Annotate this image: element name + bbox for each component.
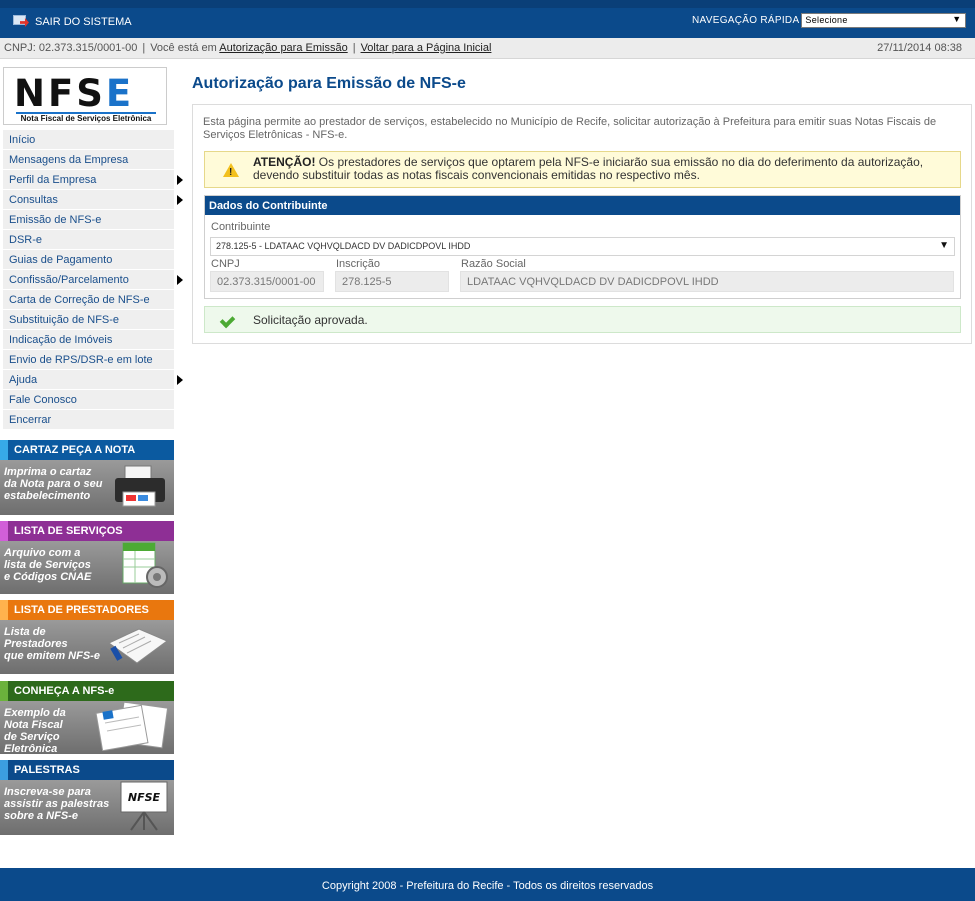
checkmark-icon (221, 313, 237, 327)
logo-subtitle: Nota Fiscal de Serviços Eletrônica (16, 112, 156, 123)
exit-icon (13, 14, 29, 29)
sidebar-item-inicio[interactable]: Início (3, 130, 174, 150)
datetime: 27/11/2014 08:38 (877, 42, 962, 54)
top-bar: SAIR DO SISTEMA NAVEGAÇÃO RÁPIDA Selecio… (0, 0, 975, 38)
submenu-arrow-icon (177, 275, 183, 285)
footer: Copyright 2008 - Prefeitura do Recife - … (0, 868, 975, 901)
quicknav-selected: Selecione (805, 15, 848, 25)
banner-lista-servicos[interactable]: LISTA DE SERVIÇOS Arquivo com a lista de … (0, 521, 174, 594)
quicknav-select[interactable]: Selecione ▼ (801, 13, 967, 28)
sidebar-item-consultas[interactable]: Consultas (3, 190, 183, 210)
banner-title: LISTA DE SERVIÇOS (0, 521, 174, 541)
sidebar-item-encerrar[interactable]: Encerrar (3, 410, 174, 430)
submenu-arrow-icon (177, 375, 183, 385)
dropdown-arrow-icon: ▼ (939, 240, 949, 251)
banner-title: CONHEÇA A NFS-e (0, 681, 174, 701)
warning-text: Os prestadores de serviços que optarem p… (253, 155, 924, 182)
breadcrumb-location-label: Você está em (150, 42, 217, 54)
sidebar-item-fale-conosco[interactable]: Fale Conosco (3, 390, 174, 410)
banner-body: Imprima o cartaz da Nota para o seu estabe… (0, 460, 174, 515)
sidebar-item-confissao[interactable]: Confissão/Parcelamento (3, 270, 183, 290)
open-book-icon (108, 628, 169, 664)
banner-title: PALESTRAS (0, 760, 174, 780)
warning-icon (223, 163, 239, 179)
submenu-arrow-icon (177, 175, 183, 185)
breadcrumb-current-link[interactable]: Autorização para Emissão (219, 42, 347, 54)
banner-title: CARTAZ PEÇA A NOTA (0, 440, 174, 460)
cnpj-label: CNPJ (211, 258, 240, 270)
intro-text: Esta página permite ao prestador de serv… (203, 116, 937, 141)
printer-icon (115, 465, 165, 507)
banner-conheca-nfse[interactable]: CONHEÇA A NFS-e Exemplo da Nota Fiscal de … (0, 681, 174, 754)
banner-body: Inscreva-se para assistir as palestras sob… (0, 780, 174, 835)
breadcrumb: CNPJ: 02.373.315/0001-00 | Você está em Au… (0, 38, 975, 59)
sidebar-item-envio-lote[interactable]: Envio de RPS/DSR-e em lote (3, 350, 174, 370)
banner-body: Lista de Prestadores que emitem NFS-e (0, 620, 174, 674)
success-text: Solicitação aprovada. (253, 313, 368, 327)
razao-social-field: LDATAAC VQHVQLDACD DV DADICDPOVL IHDD (460, 271, 954, 292)
back-home-link[interactable]: Voltar para a Página Inicial (361, 42, 492, 54)
separator: | (352, 42, 356, 54)
copyright-text: Copyright 2008 - Prefeitura do Recife - … (321, 880, 654, 892)
sidebar-item-ajuda[interactable]: Ajuda (3, 370, 183, 390)
cnpj-field: 02.373.315/0001-00 (210, 271, 324, 292)
sidebar-item-imoveis[interactable]: Indicação de Imóveis (3, 330, 174, 350)
sidebar-item-guias[interactable]: Guias de Pagamento (3, 250, 174, 270)
banner-body: Arquivo com a lista de Serviços e Códigos … (0, 541, 174, 594)
quicknav-label: NAVEGAÇÃO RÁPIDA (692, 15, 800, 26)
razao-social-label: Razão Social (461, 258, 526, 270)
sidebar-item-mensagens[interactable]: Mensagens da Empresa (3, 150, 174, 170)
separator: | (142, 42, 146, 54)
sidebar-menu: Início Mensagens da Empresa Perfil da Em… (3, 130, 183, 430)
warning-message: ATENÇÃO! Os prestadores de serviços que … (204, 151, 961, 188)
presentation-board-icon: NFSE (120, 781, 168, 831)
inscricao-field: 278.125-5 (335, 271, 449, 292)
sidebar-item-substituicao[interactable]: Substituição de NFS-e (3, 310, 174, 330)
banner-cartaz[interactable]: CARTAZ PEÇA A NOTA Imprima o cartaz da No… (0, 440, 174, 515)
svg-text:NFSE: NFSE (128, 791, 161, 804)
submenu-arrow-icon (177, 195, 183, 205)
contribuinte-selected: 278.125-5 - LDATAAC VQHVQLDACD DV DADICD… (216, 241, 471, 251)
content-panel: Esta página permite ao prestador de serv… (192, 104, 972, 344)
banner-title: LISTA DE PRESTADORES (0, 600, 174, 620)
banner-palestras[interactable]: PALESTRAS Inscreva-se para assistir as pa… (0, 760, 174, 835)
sidebar-item-dsr[interactable]: DSR-e (3, 230, 174, 250)
exit-label: SAIR DO SISTEMA (35, 15, 132, 28)
dropdown-arrow-icon: ▼ (952, 14, 962, 24)
inscricao-label: Inscrição (336, 258, 381, 270)
sidebar-item-perfil[interactable]: Perfil da Empresa (3, 170, 183, 190)
banner-body: Exemplo da Nota Fiscal de Serviço Eletrônic… (0, 701, 174, 754)
document-icon (95, 701, 169, 751)
exit-system-link[interactable]: SAIR DO SISTEMA (13, 14, 132, 29)
nfse-logo[interactable]: NFSE Nota Fiscal de Serviços Eletrônica (3, 67, 167, 125)
breadcrumb-cnpj: CNPJ: 02.373.315/0001-00 (4, 42, 138, 54)
quick-navigation: NAVEGAÇÃO RÁPIDA Selecione ▼ (692, 13, 967, 28)
banner-lista-prestadores[interactable]: LISTA DE PRESTADORES Lista de Prestadores… (0, 600, 174, 674)
contribuinte-box: Dados do Contribuinte Contribuinte 278.1… (204, 195, 961, 299)
sidebar-item-carta-correcao[interactable]: Carta de Correção de NFS-e (3, 290, 174, 310)
box-title: Dados do Contribuinte (205, 196, 960, 215)
warning-title: ATENÇÃO! (253, 155, 316, 169)
spreadsheet-gear-icon (122, 542, 168, 588)
success-message: Solicitação aprovada. (204, 306, 961, 333)
sidebar-item-emissao[interactable]: Emissão de NFS-e (3, 210, 174, 230)
contribuinte-select[interactable]: 278.125-5 - LDATAAC VQHVQLDACD DV DADICD… (210, 237, 955, 256)
contribuinte-label: Contribuinte (211, 221, 271, 233)
page-title: Autorização para Emissão de NFS-e (192, 75, 466, 92)
logo-text: NFSE (14, 72, 135, 115)
